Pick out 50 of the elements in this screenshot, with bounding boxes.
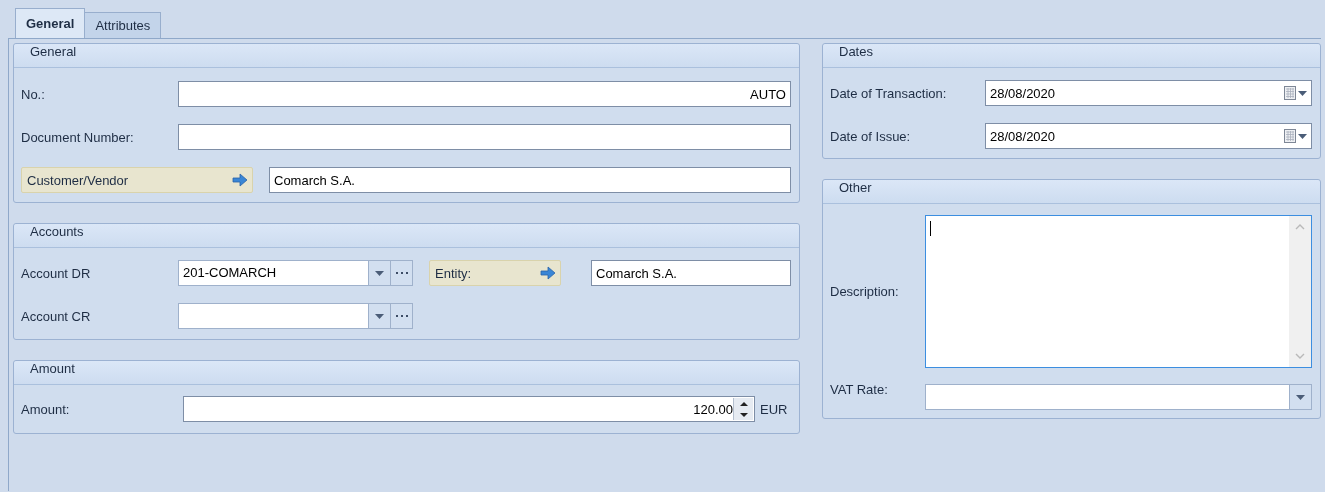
- field-label: Amount:: [21, 401, 71, 417]
- document-number-field[interactable]: [178, 124, 791, 150]
- dropdown-button[interactable]: [368, 261, 390, 285]
- dropdown-arrow-icon: [1298, 133, 1307, 139]
- customer-field[interactable]: Comarch S.A.: [269, 167, 791, 193]
- field-label: Date of Issue:: [830, 128, 912, 144]
- tab[interactable]: General: [15, 8, 86, 38]
- date-picker-button[interactable]: [1284, 129, 1307, 143]
- field-label: Account DR: [21, 265, 92, 281]
- scroll-bar[interactable]: [1289, 216, 1311, 367]
- date-field[interactable]: 28/08/2020: [985, 123, 1312, 149]
- field-label: VAT Rate:: [830, 381, 889, 397]
- dropdown-button[interactable]: [368, 304, 390, 328]
- account-combo[interactable]: 201-COMARCH: [178, 260, 413, 286]
- spin-up-icon: [739, 401, 748, 406]
- browse-button[interactable]: [390, 261, 412, 285]
- field-label: Date of Transaction:: [830, 85, 948, 101]
- entity-button[interactable]: Entity:: [429, 260, 561, 286]
- currency-label: EUR: [760, 401, 789, 417]
- dropdown-arrow-icon: [375, 270, 384, 276]
- dropdown-arrow-icon: [1298, 90, 1307, 96]
- date-field[interactable]: 28/08/2020: [985, 80, 1312, 106]
- field-label: Account CR: [21, 308, 92, 324]
- number-field[interactable]: AUTO: [178, 81, 791, 107]
- group-header: Other: [823, 180, 1320, 204]
- dropdown-button[interactable]: [1289, 385, 1311, 409]
- ellipsis-icon: [395, 314, 408, 318]
- dropdown-arrow-icon: [1296, 394, 1305, 400]
- group-header: General: [14, 44, 799, 68]
- group-header: Amount: [14, 361, 799, 385]
- calendar-icon: [1284, 129, 1296, 143]
- ellipsis-icon: [395, 271, 408, 275]
- field-label: Description:: [830, 284, 900, 299]
- date-picker-button[interactable]: [1284, 86, 1307, 100]
- field-label: No.:: [21, 86, 46, 102]
- amount-field[interactable]: 120.00: [183, 396, 755, 422]
- field-label: Document Number:: [21, 129, 135, 145]
- arrow-right-icon: [540, 266, 556, 280]
- tab[interactable]: Attributes: [84, 12, 162, 38]
- spinner-button[interactable]: [733, 398, 753, 420]
- arrow-right-icon: [232, 173, 248, 187]
- dropdown-arrow-icon: [375, 313, 384, 319]
- description-field[interactable]: [925, 215, 1312, 368]
- group-header: Accounts: [14, 224, 799, 248]
- entity-field[interactable]: Comarch S.A.: [591, 260, 791, 286]
- customer-vendor-button[interactable]: Customer/Vendor: [21, 167, 253, 193]
- group-header: Dates: [823, 44, 1320, 68]
- spin-down-icon: [739, 412, 748, 417]
- browse-button[interactable]: [390, 304, 412, 328]
- calendar-icon: [1284, 86, 1296, 100]
